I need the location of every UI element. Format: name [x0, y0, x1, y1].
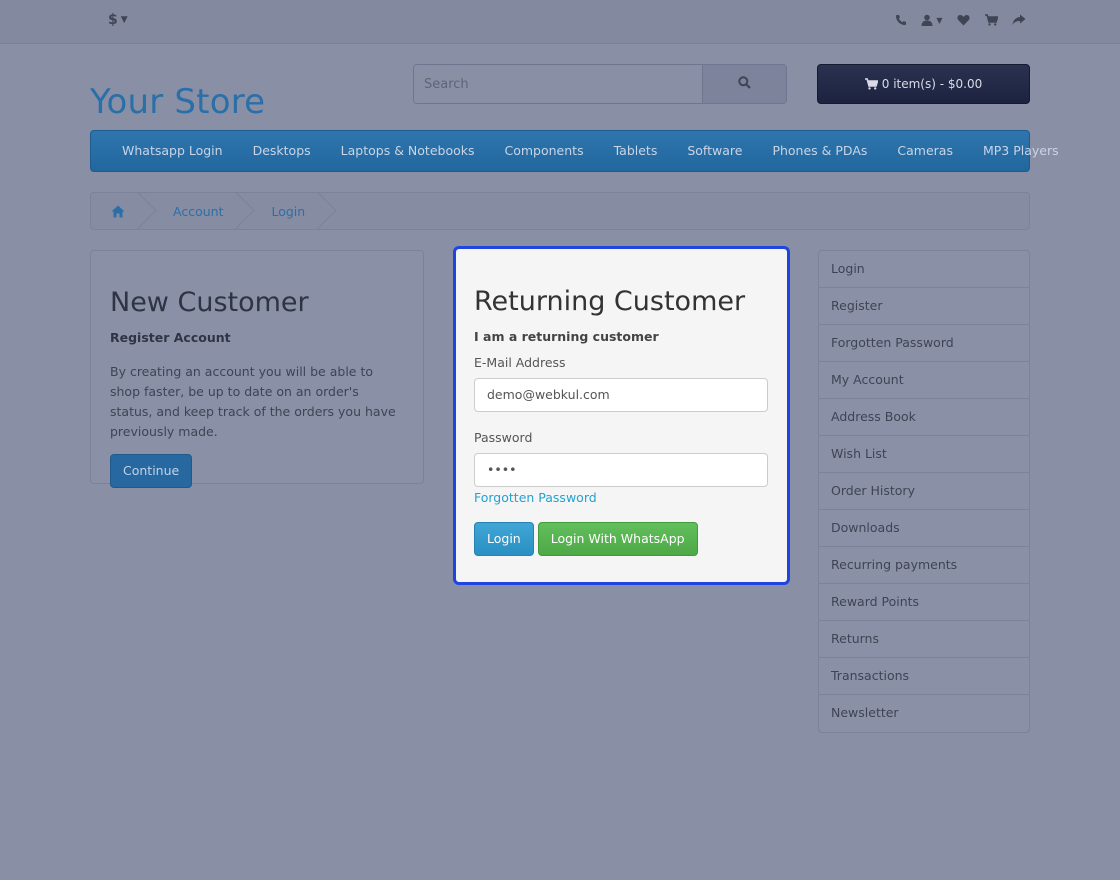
currency-dropdown[interactable]: $ ▼	[108, 12, 128, 28]
sidebar-item-returns[interactable]: Returns	[819, 621, 1029, 658]
cart-icon	[864, 78, 878, 90]
email-field[interactable]: demo@webkul.com	[474, 378, 768, 412]
breadcrumb-home[interactable]	[91, 193, 147, 229]
sidebar-item-register[interactable]: Register	[819, 288, 1029, 325]
chevron-down-icon: ▼	[936, 15, 943, 25]
main-menu: Whatsapp Login Desktops Laptops & Notebo…	[90, 130, 1059, 172]
search-input[interactable]	[414, 65, 702, 103]
breadcrumb-login[interactable]: Login	[245, 193, 327, 229]
menu-item-phones[interactable]: Phones & PDAs	[757, 131, 882, 171]
returning-customer-title: Returning Customer	[474, 286, 746, 317]
returning-customer-panel: Returning Customer I am a returning cust…	[453, 246, 790, 585]
menu-item-laptops[interactable]: Laptops & Notebooks	[326, 131, 490, 171]
new-customer-title: New Customer	[110, 287, 309, 318]
search-button[interactable]	[702, 65, 786, 103]
menu-item-mp3-players[interactable]: MP3 Players	[968, 131, 1074, 171]
register-description: By creating an account you will be able …	[110, 364, 396, 439]
continue-button[interactable]: Continue	[110, 454, 193, 488]
menu-item-components[interactable]: Components	[490, 131, 599, 171]
sidebar-item-my-account[interactable]: My Account	[819, 362, 1029, 399]
returning-customer-subtitle: I am a returning customer	[474, 329, 659, 344]
cart-icon[interactable]	[980, 10, 1002, 30]
sidebar-item-recurring-payments[interactable]: Recurring payments	[819, 547, 1029, 584]
breadcrumb-account[interactable]: Account	[147, 193, 245, 229]
menu-item-whatsapp-login[interactable]: Whatsapp Login	[107, 131, 238, 171]
account-sidebar: Login Register Forgotten Password My Acc…	[818, 250, 1030, 733]
chevron-down-icon: ▼	[120, 15, 128, 25]
top-links: ▼	[890, 10, 1030, 30]
sidebar-item-login[interactable]: Login	[819, 251, 1029, 288]
search-bar	[413, 64, 787, 104]
menu-item-software[interactable]: Software	[672, 131, 757, 171]
register-account-heading: Register Account	[110, 330, 231, 345]
password-field[interactable]: ••••	[474, 453, 768, 487]
share-icon[interactable]	[1008, 10, 1030, 30]
forgotten-password-link[interactable]: Forgotten Password	[474, 490, 768, 505]
sidebar-item-newsletter[interactable]: Newsletter	[819, 695, 1029, 732]
sidebar-item-transactions[interactable]: Transactions	[819, 658, 1029, 695]
sidebar-item-wish-list[interactable]: Wish List	[819, 436, 1029, 473]
top-bar: $ ▼ ▼	[0, 0, 1120, 44]
sidebar-item-address-book[interactable]: Address Book	[819, 399, 1029, 436]
menu-item-desktops[interactable]: Desktops	[238, 131, 326, 171]
phone-icon[interactable]	[890, 10, 912, 30]
search-icon	[738, 75, 751, 89]
menu-item-tablets[interactable]: Tablets	[599, 131, 673, 171]
cart-total: 0 item(s) - $0.00	[881, 77, 983, 91]
sidebar-item-order-history[interactable]: Order History	[819, 473, 1029, 510]
heart-icon[interactable]	[952, 10, 974, 30]
menu-item-cameras[interactable]: Cameras	[882, 131, 968, 171]
breadcrumb: Account Login	[90, 192, 1030, 230]
sidebar-item-reward-points[interactable]: Reward Points	[819, 584, 1029, 621]
email-label: E-Mail Address	[474, 355, 566, 370]
home-icon	[111, 205, 125, 217]
user-icon[interactable]: ▼	[918, 10, 946, 30]
cart-button[interactable]: 0 item(s) - $0.00	[817, 64, 1030, 104]
password-label: Password	[474, 430, 533, 445]
sidebar-item-downloads[interactable]: Downloads	[819, 510, 1029, 547]
store-logo[interactable]: Your Store	[90, 82, 265, 122]
login-button[interactable]: Login	[474, 522, 534, 556]
new-customer-panel: New Customer Register Account By creatin…	[90, 250, 424, 488]
sidebar-item-forgotten-password[interactable]: Forgotten Password	[819, 325, 1029, 362]
currency-symbol: $	[108, 12, 118, 28]
whatsapp-login-button[interactable]: Login With WhatsApp	[537, 522, 698, 556]
login-actions: Login Login With WhatsApp	[474, 522, 768, 556]
